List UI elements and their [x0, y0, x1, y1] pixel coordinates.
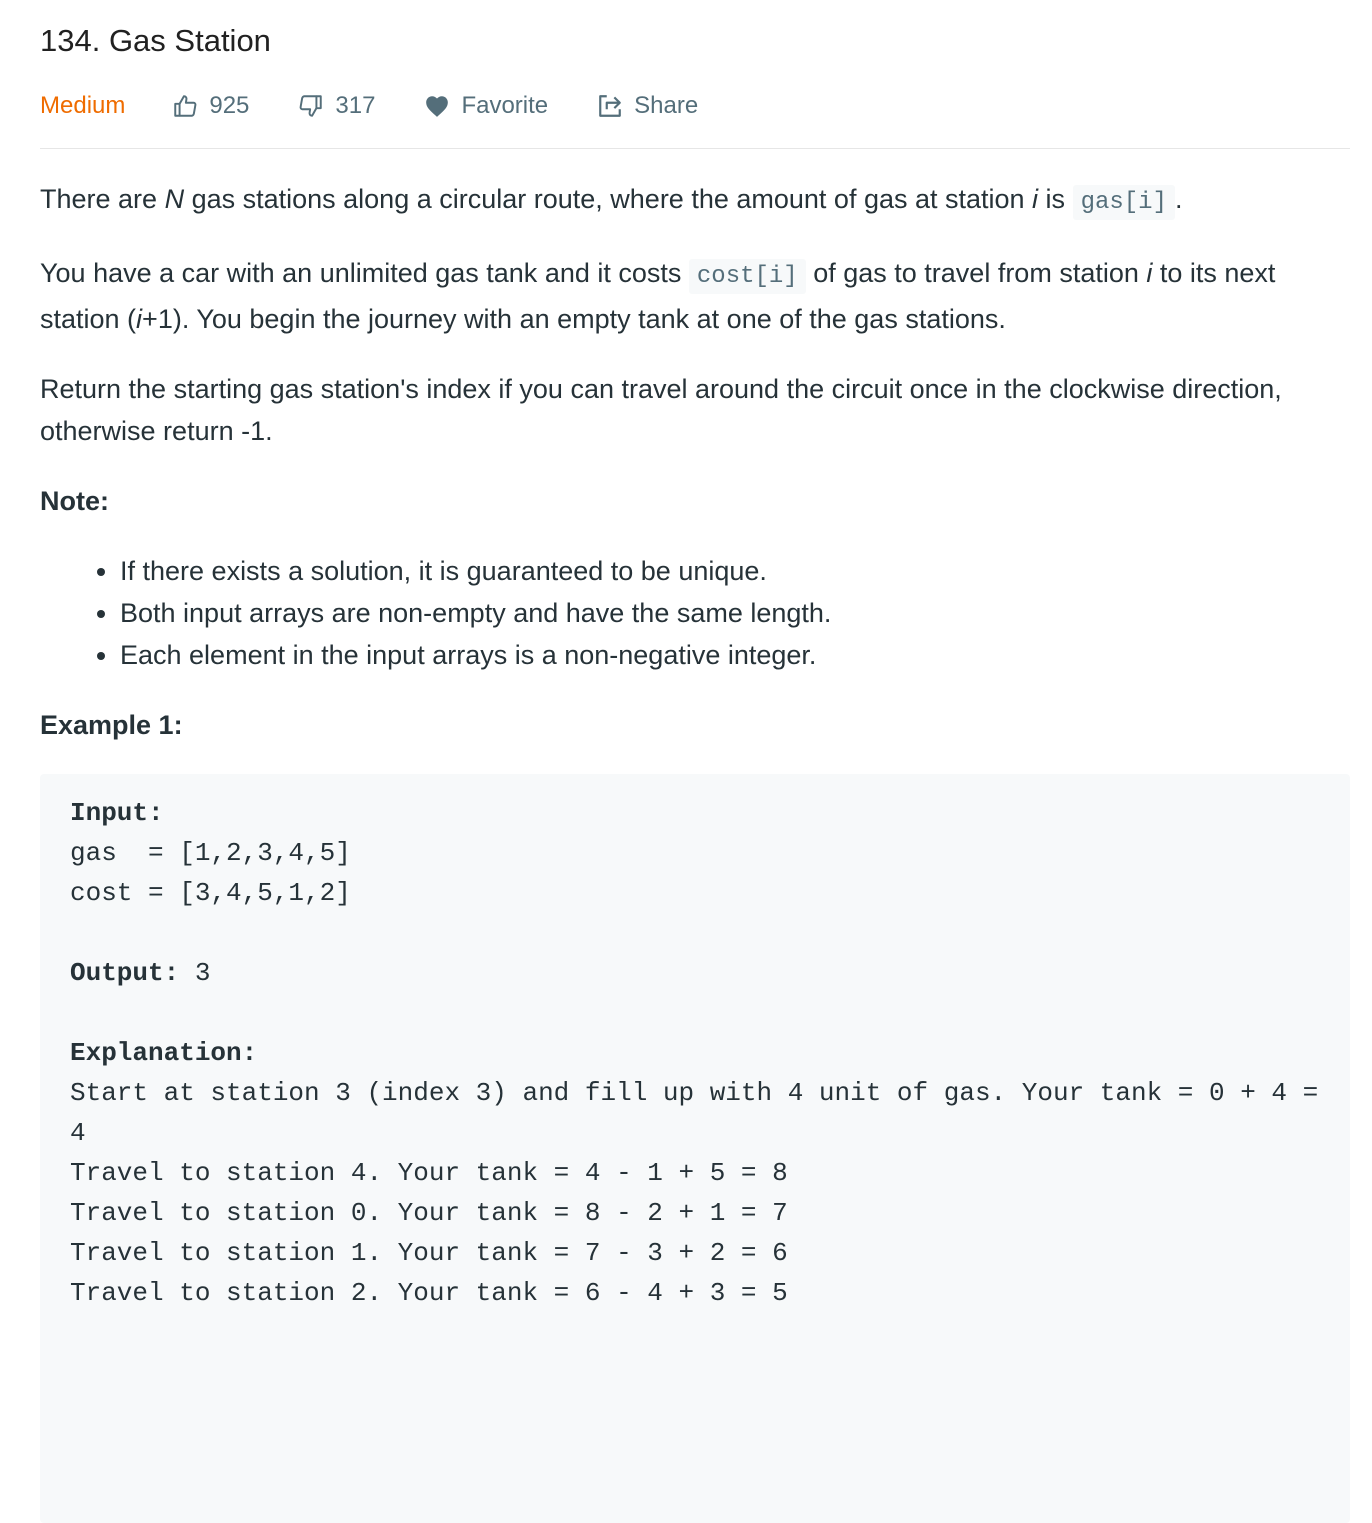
example-code-block: Input: gas = [1,2,3,4,5] cost = [3,4,5,1… — [40, 774, 1350, 1523]
like-button[interactable]: 925 — [171, 92, 249, 120]
output-label: Output: — [70, 958, 180, 988]
header-divider — [40, 148, 1350, 149]
page-title: 134. Gas Station — [40, 23, 271, 58]
explanation-line: Travel to station 0. Your tank = 8 - 2 +… — [70, 1198, 788, 1228]
description-paragraph: Return the starting gas station's index … — [40, 374, 1282, 446]
inline-code: gas[i] — [1072, 185, 1175, 220]
difficulty-badge: Medium — [40, 92, 126, 119]
share-label: Share — [634, 92, 699, 119]
explanation-line: Start at station 3 (index 3) and fill up… — [70, 1078, 1334, 1148]
cost-line: cost = [3,4,5,1,2] — [70, 878, 351, 908]
favorite-button[interactable]: Favorite — [423, 92, 548, 120]
explanation-line: Travel to station 4. Your tank = 4 - 1 +… — [70, 1158, 788, 1188]
output-value: 3 — [179, 958, 211, 988]
input-label: Input: — [70, 798, 164, 828]
heart-icon — [423, 92, 451, 120]
problem-container: 134. Gas Station Medium 925 317 Favorite… — [40, 0, 1350, 1523]
dislike-count: 317 — [335, 92, 376, 119]
explanation-label: Explanation: — [70, 1038, 258, 1068]
dislike-button[interactable]: 317 — [297, 92, 375, 120]
list-item: Both input arrays are non-empty and have… — [120, 592, 1350, 634]
list-item: If there exists a solution, it is guaran… — [120, 550, 1350, 592]
example-heading: Example 1: — [40, 710, 183, 740]
gas-line: gas = [1,2,3,4,5] — [70, 838, 351, 868]
like-count: 925 — [209, 92, 250, 119]
description-paragraph: You have a car with an unlimited gas tan… — [40, 258, 1276, 334]
explanation-line: Travel to station 2. Your tank = 6 - 4 +… — [70, 1278, 788, 1308]
problem-description: There are N gas stations along a circula… — [40, 178, 1350, 1523]
thumbs-down-icon — [297, 92, 325, 120]
note-heading: Note: — [40, 486, 109, 516]
list-item: Each element in the input arrays is a no… — [120, 634, 1350, 676]
description-paragraph: There are N gas stations along a circula… — [40, 178, 1350, 224]
problem-meta-bar: Medium 925 317 Favorite Share — [40, 86, 1350, 126]
inline-code: cost[i] — [688, 259, 806, 294]
share-button[interactable]: Share — [596, 92, 698, 120]
explanation-line: Travel to station 1. Your tank = 7 - 3 +… — [70, 1238, 788, 1268]
share-icon — [596, 92, 624, 120]
thumbs-up-icon — [171, 92, 199, 120]
note-list: If there exists a solution, it is guaran… — [40, 550, 1350, 676]
favorite-label: Favorite — [461, 92, 549, 119]
